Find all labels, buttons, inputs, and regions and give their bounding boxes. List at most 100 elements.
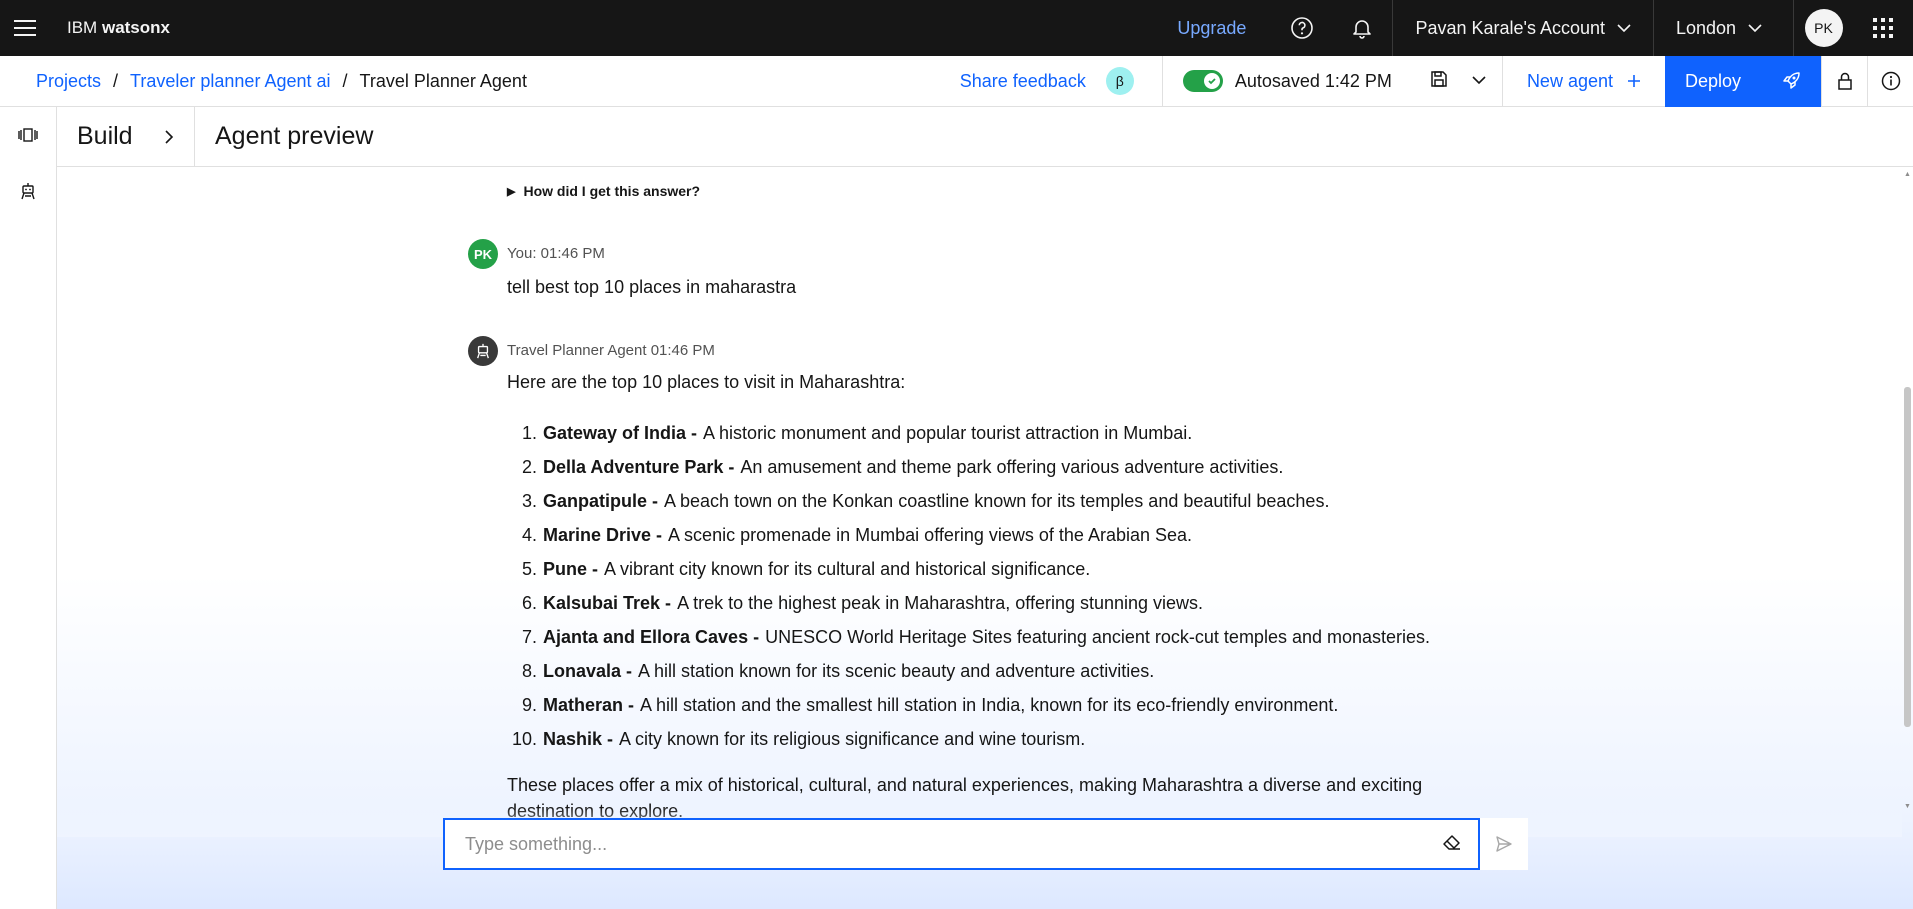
list-item-number: 6. — [521, 593, 537, 613]
new-agent-button[interactable]: New agent — [1503, 56, 1665, 107]
add-icon — [1628, 75, 1640, 87]
breadcrumb-separator: / — [342, 70, 348, 91]
checkmark-icon — [1203, 73, 1220, 89]
lock-icon[interactable] — [1821, 55, 1867, 107]
list-item-number: 10. — [511, 729, 537, 749]
list-item: 1. Gateway of India -A historic monument … — [507, 416, 1430, 450]
carousel-icon[interactable] — [0, 107, 56, 163]
user-avatar-button[interactable]: PK — [1793, 0, 1853, 56]
list-item: 7. Ajanta and Ellora Caves - UNESCO World … — [507, 620, 1430, 654]
place-name: Marine Drive - — [543, 525, 663, 545]
agent-intro: Here are the top 10 places to visit in M… — [507, 372, 906, 392]
user-message-meta: You: 01:46 PM — [507, 245, 605, 262]
place-description: A city known for its religious significa… — [619, 729, 1086, 749]
menu-icon[interactable] — [0, 0, 50, 56]
how-answer-toggle[interactable]: ▶ How did I get this answer? — [507, 183, 700, 199]
help-icon[interactable] — [1272, 0, 1332, 56]
save-icon[interactable] — [1430, 70, 1448, 93]
scrollbar-thumb[interactable] — [1904, 387, 1911, 727]
brand-name: watsonx — [101, 18, 170, 37]
caret-right-icon: ▶ — [507, 185, 516, 198]
place-description: A beach town on the Konkan coastline kno… — [664, 491, 1330, 511]
info-icon[interactable] — [1867, 55, 1913, 107]
place-name: Lonavala - — [543, 661, 633, 681]
global-header: IBM watsonx Upgrade Pavan Karale's Accou… — [0, 0, 1913, 56]
deploy-button[interactable]: Deploy — [1665, 55, 1821, 107]
user-message: tell best top 10 places in maharastra — [507, 277, 797, 297]
chevron-down-icon[interactable] — [1458, 72, 1486, 90]
list-item-number: 9. — [521, 695, 537, 715]
breadcrumb-projects[interactable]: Projects — [36, 71, 101, 92]
autosave-label: Autosaved 1:42 PM — [1234, 70, 1392, 91]
list-item-number: 7. — [521, 627, 537, 647]
send-icon — [1496, 836, 1512, 852]
share-feedback-link[interactable]: Share feedback — [960, 71, 1086, 92]
breadcrumb-current: Travel Planner Agent — [359, 70, 527, 91]
list-item: 9. Matheran -A hill station and the small… — [507, 688, 1430, 722]
list-item: 6. Kalsubai Trek -A trek to the highest p… — [507, 586, 1430, 620]
app-switcher-icon[interactable] — [1853, 0, 1913, 56]
avatar: PK — [1804, 9, 1843, 47]
list-item-number: 1. — [521, 423, 537, 443]
user-avatar: PK — [468, 239, 498, 269]
agent-icon[interactable] — [0, 163, 56, 219]
panel-titlebar: Build Agent preview — [57, 106, 1913, 167]
place-description: A hill station and the smallest hill sta… — [640, 695, 1339, 715]
how-answer-label: How did I get this answer? — [523, 183, 701, 199]
chevron-down-icon — [1748, 23, 1762, 32]
breadcrumb-project[interactable]: Traveler planner Agent ai — [130, 71, 330, 92]
place-name: Ajanta and Ellora Caves - — [543, 627, 760, 647]
build-title: Build — [77, 122, 133, 150]
chat-input[interactable] — [465, 833, 1442, 855]
place-name: Matheran - — [543, 695, 635, 715]
place-description: A hill station known for its scenic beau… — [638, 661, 1155, 681]
places-list: 1. Gateway of India -A historic monument … — [507, 416, 1430, 756]
list-item: 3. Ganpatipule -A beach town on the Konka… — [507, 484, 1430, 518]
build-panel-toggle[interactable]: Build — [57, 106, 195, 167]
list-item-number: 5. — [521, 559, 537, 579]
chat-input-container — [443, 818, 1480, 870]
agent-message-meta: Travel Planner Agent 01:46 PM — [507, 342, 715, 359]
deploy-label: Deploy — [1685, 70, 1742, 91]
left-rail — [0, 107, 57, 909]
list-item-number: 2. — [521, 457, 537, 477]
notification-icon[interactable] — [1332, 0, 1392, 56]
list-item: 8. Lonavala -A hill station known for its… — [507, 654, 1430, 688]
rocket-icon — [1783, 72, 1800, 89]
place-name: Nashik - — [543, 729, 614, 749]
place-name: Kalsubai Trek - — [543, 593, 672, 613]
scroll-up-icon[interactable]: ▲ — [1904, 171, 1911, 178]
list-item-number: 4. — [521, 525, 537, 545]
list-item: 5. Pune -A vibrant city known for its cul… — [507, 552, 1430, 586]
product-name[interactable]: IBM watsonx — [67, 18, 170, 38]
place-name: Pune - — [543, 559, 599, 579]
place-name: Della Adventure Park - — [543, 457, 735, 477]
account-name: Pavan Karale's Account — [1415, 17, 1605, 38]
autosave-status: Autosaved 1:42 PM — [1163, 70, 1412, 92]
place-name: Ganpatipule - — [543, 491, 659, 511]
beta-badge[interactable]: β — [1105, 67, 1134, 95]
place-description: A trek to the highest peak in Maharashtr… — [677, 593, 1204, 613]
upgrade-link[interactable]: Upgrade — [1151, 18, 1272, 39]
chevron-right-icon — [165, 129, 174, 144]
list-item: 2. Della Adventure Park - An amusement and… — [507, 450, 1430, 484]
chat-area[interactable]: ▶ How did I get this answer? PK You: 01:… — [57, 167, 1913, 909]
scroll-down-icon[interactable]: ▼ — [1904, 803, 1911, 810]
place-description: A vibrant city known for its cultural an… — [604, 559, 1091, 579]
region-name: London — [1676, 17, 1737, 38]
chevron-down-icon — [1617, 23, 1631, 32]
list-item-number: 3. — [521, 491, 537, 511]
region-switcher[interactable]: London — [1653, 0, 1793, 56]
autosave-toggle[interactable] — [1182, 70, 1223, 92]
scrollbar[interactable]: ▲ ▼ — [1902, 167, 1913, 817]
breadcrumb-separator: / — [113, 70, 119, 91]
bot-avatar-icon — [468, 336, 498, 366]
page-title: Agent preview — [215, 122, 374, 150]
eraser-icon[interactable] — [1442, 833, 1462, 856]
place-description: An amusement and theme park offering var… — [740, 457, 1284, 477]
send-button[interactable] — [1480, 818, 1528, 870]
list-item: 4. Marine Drive -A scenic promenade in Mu… — [507, 518, 1430, 552]
place-description: UNESCO World Heritage Sites featuring an… — [765, 627, 1431, 647]
account-switcher[interactable]: Pavan Karale's Account — [1392, 0, 1653, 56]
place-description: A scenic promenade in Mumbai offering vi… — [668, 525, 1193, 545]
